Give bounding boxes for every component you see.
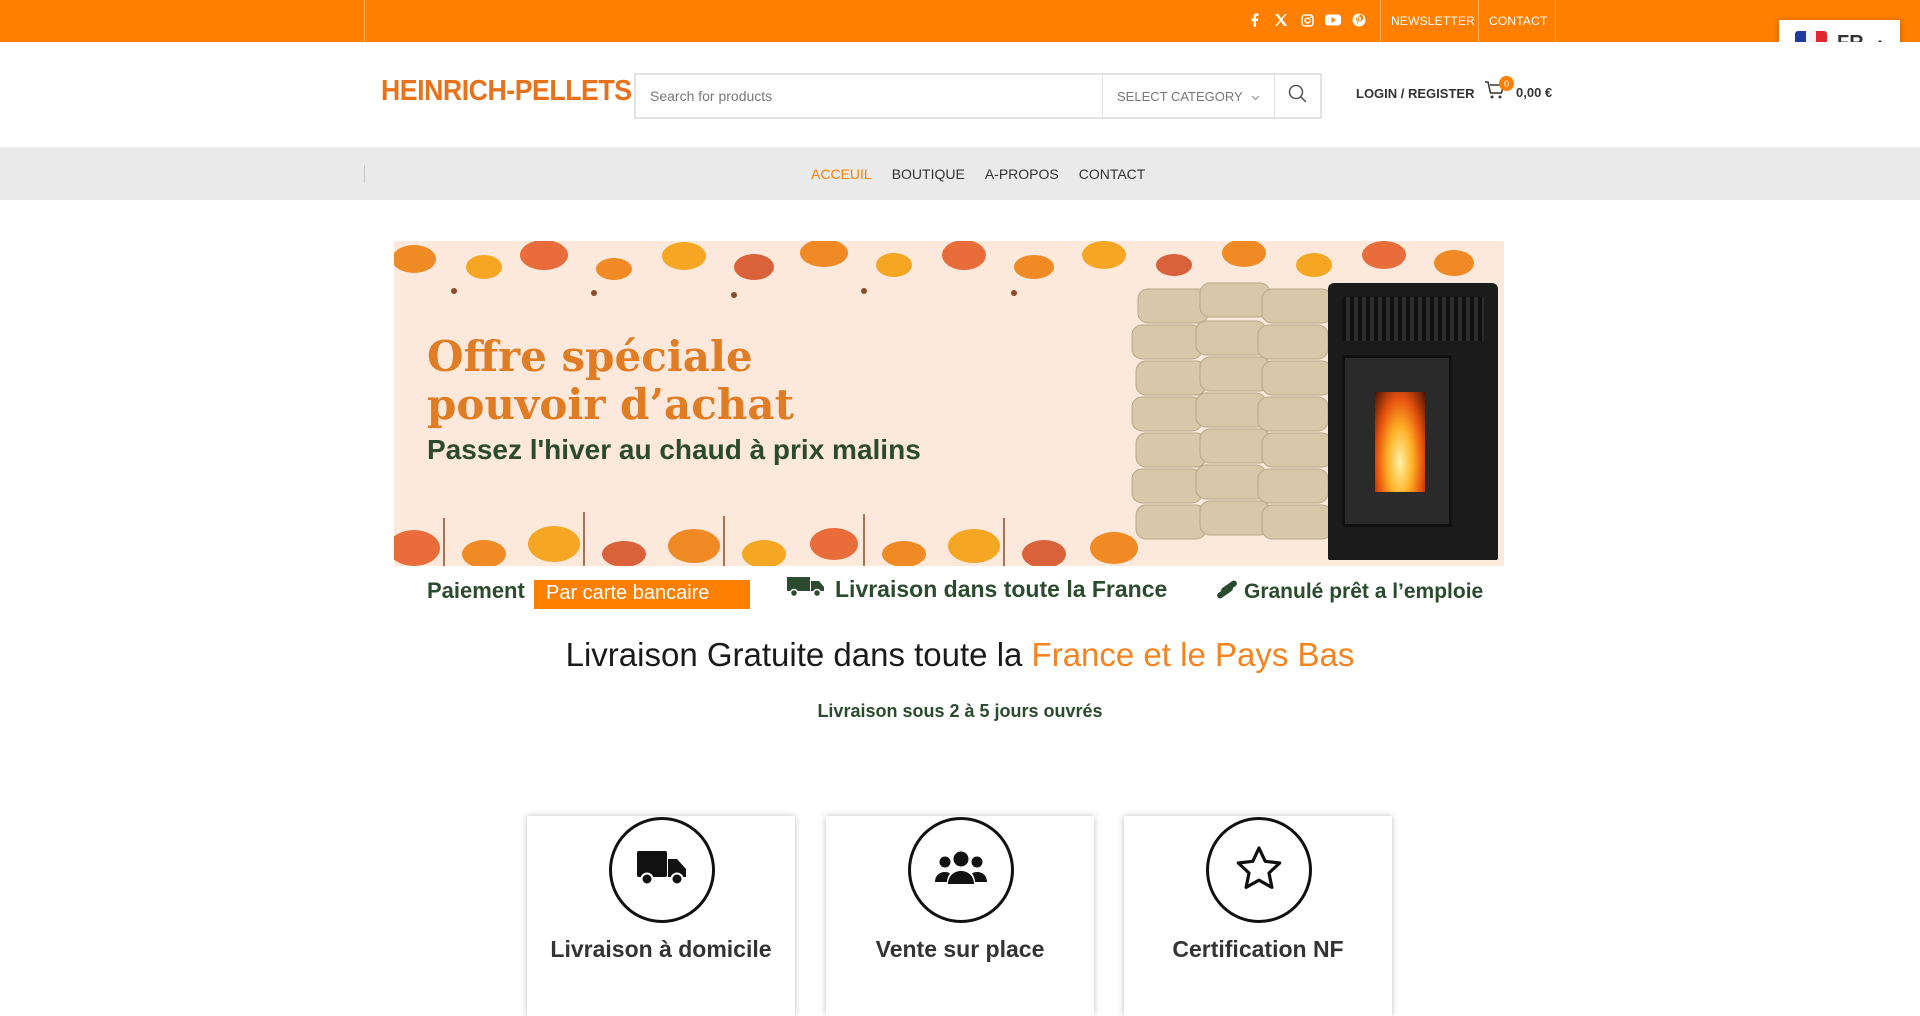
card-icon-circle bbox=[908, 817, 1014, 923]
search-input[interactable]: Search for products bbox=[636, 75, 1102, 117]
divider bbox=[1478, 0, 1479, 42]
site-header: HEINRICH-PELLETS Search for products SEL… bbox=[0, 42, 1920, 147]
top-bar: NEWSLETTER CONTACT bbox=[0, 0, 1920, 42]
nav-item-a-propos[interactable]: A-PROPOS bbox=[985, 166, 1059, 182]
pellet-feature-label: Granulé prêt a l’emploie bbox=[1244, 580, 1484, 603]
card-label: Livraison à domicile bbox=[550, 936, 772, 962]
truck-icon bbox=[787, 575, 825, 603]
card-label: Vente sur place bbox=[875, 936, 1045, 962]
instagram-icon[interactable] bbox=[1298, 11, 1316, 29]
truck-icon bbox=[637, 849, 687, 892]
banner-headline-line2: pouvoir d’achat bbox=[427, 380, 794, 429]
section-title-prefix: Livraison Gratuite dans toute la bbox=[565, 636, 1032, 673]
card-icon-circle bbox=[1206, 817, 1312, 923]
category-select-label: SELECT CATEGORY bbox=[1117, 88, 1243, 104]
banner-tagline: Passez l'hiver au chaud à prix malins bbox=[427, 434, 921, 465]
site-logo[interactable]: HEINRICH-PELLETS bbox=[381, 75, 632, 108]
cart-count-badge: 0 bbox=[1499, 76, 1514, 91]
banner-headline: Offre spéciale pouvoir d’achat bbox=[427, 333, 794, 429]
payment-method-badge: Par carte bancaire bbox=[534, 580, 750, 609]
divider bbox=[1380, 0, 1381, 42]
login-register-link[interactable]: LOGIN / REGISTER bbox=[1356, 86, 1474, 101]
features-strip: Paiement Par carte bancaire Livraison da… bbox=[394, 566, 1504, 616]
service-card-onsite: Vente sur place bbox=[826, 816, 1094, 1016]
youtube-icon[interactable] bbox=[1324, 11, 1342, 29]
newsletter-link[interactable]: NEWSLETTER bbox=[1391, 14, 1475, 28]
card-label: Certification NF bbox=[1172, 936, 1344, 962]
divider bbox=[364, 0, 365, 42]
main-navigation: ACCEUIL BOUTIQUE A-PROPOS CONTACT bbox=[0, 147, 1920, 200]
category-select[interactable]: SELECT CATEGORY bbox=[1102, 75, 1274, 117]
section-subtitle: Livraison sous 2 à 5 jours ouvrés bbox=[817, 701, 1103, 721]
section-title: Livraison Gratuite dans toute la France … bbox=[0, 636, 1920, 674]
social-links bbox=[1246, 11, 1368, 29]
cart-button[interactable]: 0 0,00 € bbox=[1484, 76, 1553, 105]
pellet-feature: Granulé prêt a l’emploie bbox=[1214, 577, 1483, 607]
delivery-feature-label: Livraison dans toute la France bbox=[835, 575, 1168, 602]
promo-banner[interactable]: Offre spéciale pouvoir d’achat Passez l'… bbox=[394, 241, 1504, 566]
nav-item-boutique[interactable]: BOUTIQUE bbox=[892, 166, 965, 182]
nav-item-contact[interactable]: CONTACT bbox=[1079, 166, 1146, 182]
users-icon bbox=[935, 850, 987, 891]
delivery-feature: Livraison dans toute la France bbox=[787, 575, 1167, 603]
contact-top-link[interactable]: CONTACT bbox=[1489, 14, 1548, 28]
payment-label: Paiement bbox=[427, 578, 525, 603]
search-form: Search for products SELECT CATEGORY bbox=[634, 73, 1322, 119]
facebook-icon[interactable] bbox=[1246, 11, 1264, 29]
nav-item-acceuil[interactable]: ACCEUIL bbox=[811, 166, 872, 182]
autumn-leaves-bottom bbox=[394, 512, 1138, 566]
x-icon[interactable] bbox=[1272, 11, 1290, 29]
search-icon bbox=[1288, 84, 1307, 108]
pinterest-icon[interactable] bbox=[1350, 11, 1368, 29]
card-icon-circle bbox=[609, 817, 715, 923]
pellet-icon bbox=[1214, 577, 1240, 607]
divider bbox=[1555, 0, 1556, 42]
cart-total: 0,00 € bbox=[1516, 85, 1553, 100]
search-button[interactable] bbox=[1274, 75, 1320, 117]
divider bbox=[364, 165, 365, 183]
service-card-delivery: Livraison à domicile bbox=[527, 816, 795, 1016]
section-title-accent: France et le Pays Bas bbox=[1031, 636, 1355, 673]
banner-headline-line1: Offre spéciale bbox=[427, 332, 753, 381]
service-card-certification: Certification NF bbox=[1124, 816, 1392, 1016]
chevron-down-icon bbox=[1251, 89, 1260, 104]
star-icon bbox=[1235, 845, 1283, 896]
